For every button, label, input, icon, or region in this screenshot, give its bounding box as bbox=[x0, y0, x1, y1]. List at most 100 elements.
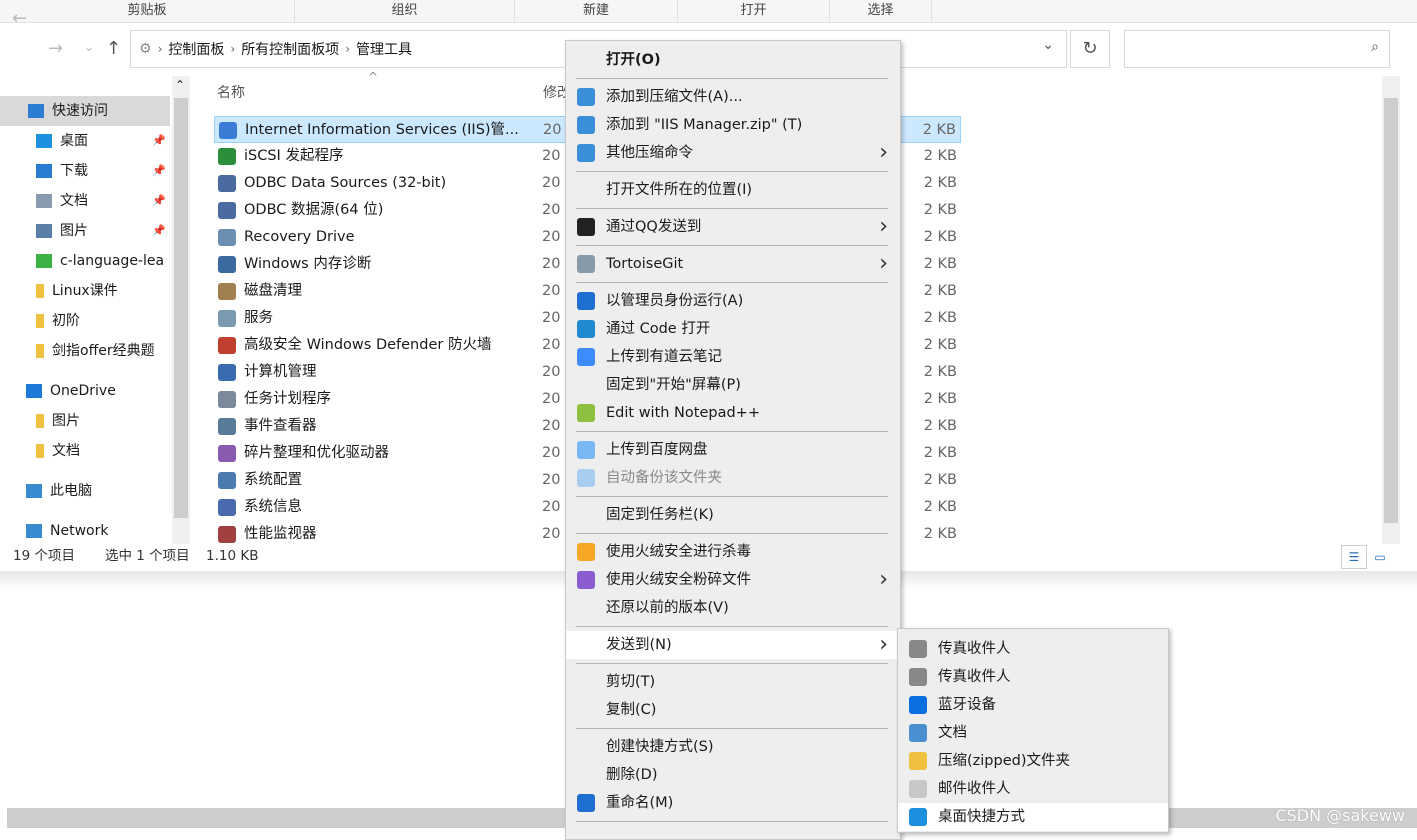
breadcrumb-item[interactable]: 所有控制面板项 bbox=[241, 39, 339, 59]
menu-item[interactable]: 固定到任务栏(K) bbox=[566, 501, 900, 529]
sidebar-item[interactable]: 桌面 📌 bbox=[0, 126, 170, 156]
menu-item[interactable]: 通过QQ发送到 › bbox=[566, 213, 900, 241]
ribbon-group-label: 剪贴板 bbox=[0, 0, 295, 22]
file-size: 2 KB bbox=[923, 391, 957, 407]
menu-item[interactable]: 传真收件人 bbox=[898, 635, 1168, 663]
file-shortcut-icon bbox=[218, 175, 236, 192]
sidebar-item[interactable]: 下载 📌 bbox=[0, 156, 170, 186]
large-icons-view-button[interactable]: ▭ bbox=[1367, 545, 1393, 569]
menu-item-label: 固定到任务栏(K) bbox=[606, 507, 714, 523]
folder-icon bbox=[36, 444, 44, 458]
menu-item[interactable]: 复制(C) bbox=[566, 696, 900, 724]
file-date: 20 bbox=[542, 337, 561, 353]
menu-item[interactable]: 通过 Code 打开 bbox=[566, 315, 900, 343]
selected-count: 选中 1 个项目 bbox=[105, 548, 190, 564]
sidebar-item[interactable]: Network bbox=[0, 516, 170, 546]
menu-item[interactable]: Edit with Notepad++ bbox=[566, 399, 900, 427]
menu-item-label: 剪切(T) bbox=[606, 674, 656, 690]
address-dropdown-icon[interactable]: ⌄ bbox=[1042, 37, 1054, 53]
sidebar-item[interactable]: OneDrive bbox=[0, 376, 170, 406]
file-date: 20 bbox=[542, 310, 561, 326]
breadcrumb-item[interactable]: 控制面板 bbox=[168, 39, 224, 59]
recent-dropdown[interactable]: ⌄ bbox=[84, 40, 94, 54]
sidebar-item[interactable]: Linux课件 bbox=[0, 276, 170, 306]
sidebar-item[interactable]: 剑指offer经典题 bbox=[0, 336, 170, 366]
scroll-up-arrow[interactable]: ⌃ bbox=[175, 78, 185, 92]
up-button[interactable]: ↑ bbox=[106, 38, 121, 59]
menu-separator bbox=[566, 724, 900, 733]
file-shortcut-icon bbox=[218, 499, 236, 516]
sidebar-item[interactable]: 快速访问 bbox=[0, 96, 170, 126]
menu-item[interactable]: 自动备份该文件夹 bbox=[566, 464, 900, 492]
menu-item[interactable]: 文档 bbox=[898, 719, 1168, 747]
menu-item[interactable]: 打开文件所在的位置(I) bbox=[566, 176, 900, 204]
menu-item[interactable]: 删除(D) bbox=[566, 761, 900, 789]
menu-item-label: Edit with Notepad++ bbox=[606, 405, 760, 421]
menu-item[interactable]: 使用火绒安全粉碎文件 › bbox=[566, 566, 900, 594]
folder-sync-icon bbox=[36, 254, 52, 268]
menu-item[interactable]: 还原以前的版本(V) bbox=[566, 594, 900, 622]
forward-button[interactable]: → bbox=[48, 38, 63, 59]
sidebar-item[interactable]: c-language-lea bbox=[0, 246, 170, 276]
menu-item[interactable]: TortoiseGit › bbox=[566, 250, 900, 278]
menu-item[interactable]: 桌面快捷方式 bbox=[898, 803, 1168, 831]
file-size: 2 KB bbox=[923, 283, 957, 299]
file-date: 20 bbox=[542, 229, 561, 245]
menu-separator bbox=[566, 529, 900, 538]
menu-item[interactable]: 剪切(T) bbox=[566, 668, 900, 696]
file-name: 高级安全 Windows Defender 防火墙 bbox=[244, 337, 492, 353]
menu-item[interactable]: 上传到有道云笔记 bbox=[566, 343, 900, 371]
menu-item[interactable]: 创建快捷方式(S) bbox=[566, 733, 900, 761]
back-button[interactable]: ← bbox=[12, 8, 27, 29]
menu-item[interactable]: 重命名(M) bbox=[566, 789, 900, 817]
menu-item[interactable]: 使用火绒安全进行杀毒 bbox=[566, 538, 900, 566]
menu-item-label: 其他压缩命令 bbox=[606, 145, 693, 161]
baidu-netdisk-icon bbox=[577, 441, 595, 459]
refresh-button[interactable]: ↻ bbox=[1070, 30, 1110, 68]
details-view-button[interactable]: ☰ bbox=[1341, 545, 1367, 569]
view-switcher: ☰ ▭ bbox=[1341, 545, 1397, 570]
file-shortcut-icon bbox=[218, 418, 236, 435]
menu-item[interactable]: 压缩(zipped)文件夹 bbox=[898, 747, 1168, 775]
menu-item[interactable]: 以管理员身份运行(A) bbox=[566, 287, 900, 315]
sidebar-item-label: c-language-lea bbox=[60, 253, 165, 269]
sidebar-item[interactable]: 文档 bbox=[0, 436, 170, 466]
menu-item-label: 添加到压缩文件(A)... bbox=[606, 89, 743, 105]
menu-item[interactable]: 固定到"开始"屏幕(P) bbox=[566, 371, 900, 399]
menu-item[interactable]: 传真收件人 bbox=[898, 663, 1168, 691]
zip-folder-icon bbox=[909, 752, 927, 770]
sidebar-item[interactable]: 图片 📌 bbox=[0, 216, 170, 246]
menu-item-label: 自动备份该文件夹 bbox=[606, 470, 722, 486]
menu-item[interactable]: 邮件收件人 bbox=[898, 775, 1168, 803]
menu-item[interactable]: 打开(O) bbox=[566, 46, 900, 74]
menu-item[interactable]: 其他压缩命令 › bbox=[566, 139, 900, 167]
file-size: 2 KB bbox=[923, 418, 957, 434]
search-input[interactable]: ⌕ bbox=[1124, 30, 1390, 68]
file-shortcut-icon bbox=[218, 472, 236, 489]
menu-item-label: TortoiseGit bbox=[606, 256, 684, 272]
menu-separator bbox=[566, 74, 900, 83]
star-icon bbox=[28, 104, 44, 118]
menu-separator bbox=[566, 622, 900, 631]
sidebar-item-label: 下载 bbox=[60, 163, 88, 179]
menu-item[interactable]: 添加到压缩文件(A)... bbox=[566, 83, 900, 111]
menu-item[interactable]: 添加到 "IIS Manager.zip" (T) bbox=[566, 111, 900, 139]
file-date: 20 bbox=[542, 364, 561, 380]
menu-item-label: 删除(D) bbox=[606, 767, 658, 783]
control-panel-icon: ⚙ bbox=[139, 41, 152, 57]
file-list-scrollbar[interactable] bbox=[1382, 76, 1400, 544]
breadcrumb-item[interactable]: 管理工具 bbox=[356, 39, 412, 59]
sidebar-item[interactable]: 初阶 bbox=[0, 306, 170, 336]
sidebar-scrollbar[interactable]: ⌃ bbox=[172, 76, 190, 544]
sidebar-item[interactable]: 文档 📌 bbox=[0, 186, 170, 216]
sidebar-item[interactable]: 此电脑 bbox=[0, 476, 170, 506]
column-header-name[interactable]: 名称 bbox=[217, 82, 245, 102]
menu-item[interactable]: 发送到(N) › bbox=[566, 631, 900, 659]
sidebar-item[interactable]: 图片 bbox=[0, 406, 170, 436]
menu-item[interactable]: 蓝牙设备 bbox=[898, 691, 1168, 719]
menu-item-label: 发送到(N) bbox=[606, 637, 672, 653]
document-icon bbox=[36, 194, 52, 208]
pin-icon: 📌 bbox=[152, 224, 166, 237]
menu-item[interactable]: 上传到百度网盘 bbox=[566, 436, 900, 464]
file-date: 20 bbox=[542, 526, 561, 542]
